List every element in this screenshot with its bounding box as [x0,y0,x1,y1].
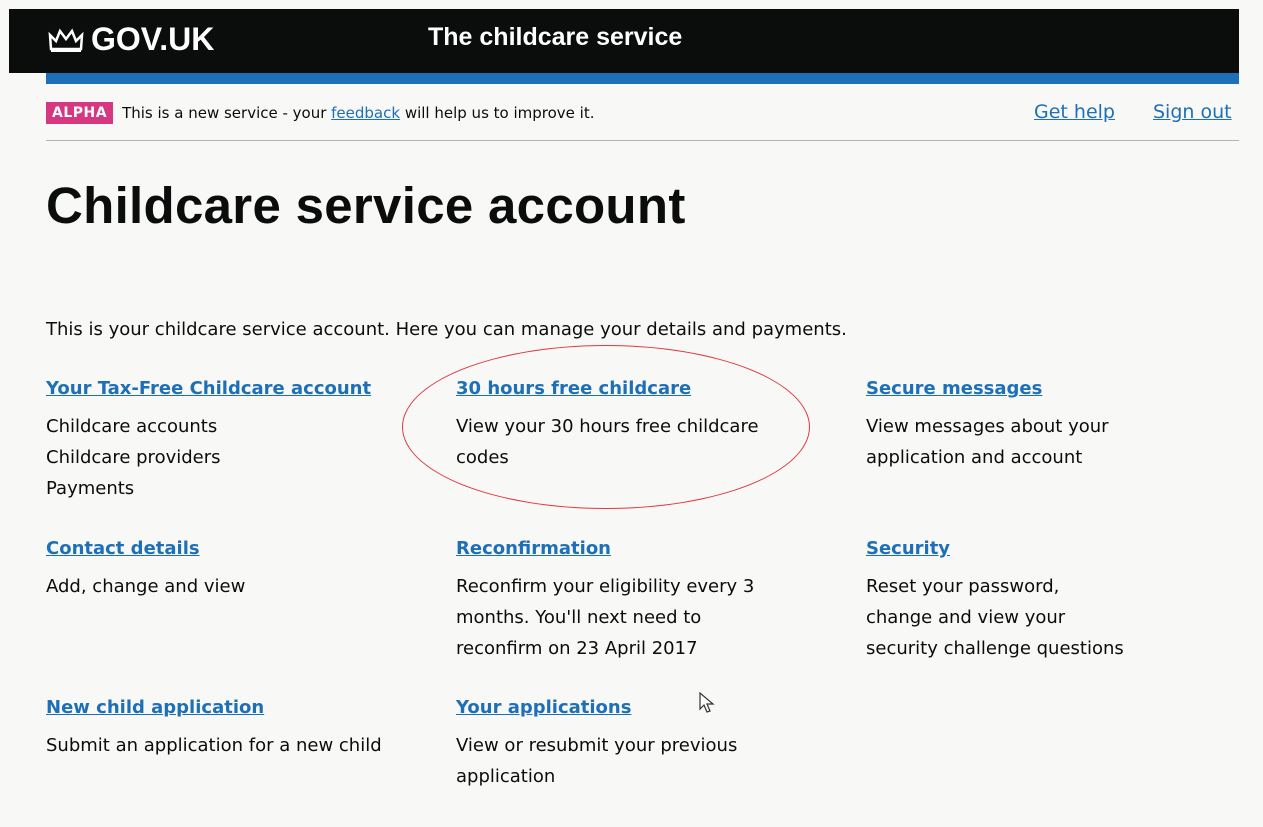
30-hours-link[interactable]: 30 hours free childcare [456,373,759,404]
govuk-logo-link[interactable]: GOV.UK [47,21,214,58]
section-reconfirmation: Reconfirmation Reconfirm your eligibilit… [456,533,754,664]
intro-text: This is your childcare service account. … [46,319,847,340]
feedback-link[interactable]: feedback [331,104,400,122]
phase-text-before: This is a new service - your [122,104,332,122]
section-line: View or resubmit your previous [456,735,738,756]
section-new-child: New child application Submit an applicat… [46,692,382,761]
mouse-cursor-icon [699,692,715,713]
phase-banner: ALPHA This is a new service - your feedb… [46,102,594,124]
section-line: Reconfirm your eligibility every 3 [456,576,755,597]
section-line: View your 30 hours free childcare [456,416,759,437]
tax-free-account-link[interactable]: Your Tax-Free Childcare account [46,373,371,404]
section-line: reconfirm on 23 April 2017 [456,638,698,659]
section-line: codes [456,447,509,468]
new-child-application-link[interactable]: New child application [46,692,382,723]
section-line: change and view your [866,607,1066,628]
header-blue-bar [46,73,1239,84]
logo-text: GOV.UK [91,21,215,57]
section-your-applications: Your applications View or resubmit your … [456,692,737,792]
sign-out-link[interactable]: Sign out [1153,101,1232,123]
section-tax-free-account: Your Tax-Free Childcare account Childcar… [46,373,371,504]
section-line: Childcare providers [46,447,221,468]
your-applications-link[interactable]: Your applications [456,692,737,723]
get-help-link[interactable]: Get help [1034,101,1115,123]
section-contact-details: Contact details Add, change and view [46,533,245,602]
divider [46,140,1239,141]
section-30-hours: 30 hours free childcare View your 30 hou… [456,373,759,473]
section-line: Childcare accounts [46,416,218,437]
section-line: View messages about your [866,416,1109,437]
alpha-tag: ALPHA [46,102,114,124]
contact-details-link[interactable]: Contact details [46,533,245,564]
section-security: Security Reset your password, change and… [866,533,1124,664]
crown-icon [48,27,84,52]
section-line: Payments [46,478,135,499]
section-line: application and account [866,447,1083,468]
section-secure-messages: Secure messages View messages about your… [866,373,1109,473]
secure-messages-link[interactable]: Secure messages [866,373,1109,404]
section-line: months. You'll next need to [456,607,702,628]
section-line: security challenge questions [866,638,1124,659]
security-link[interactable]: Security [866,533,1124,564]
phase-text-after: will help us to improve it. [400,104,595,122]
section-line: application [456,766,556,787]
page-title: Childcare service account [46,177,686,234]
section-line: Submit an application for a new child [46,735,382,756]
reconfirmation-link[interactable]: Reconfirmation [456,533,754,564]
service-name-link[interactable]: The childcare service [428,23,682,52]
section-line: Reset your password, [866,576,1060,597]
section-line: Add, change and view [46,576,246,597]
